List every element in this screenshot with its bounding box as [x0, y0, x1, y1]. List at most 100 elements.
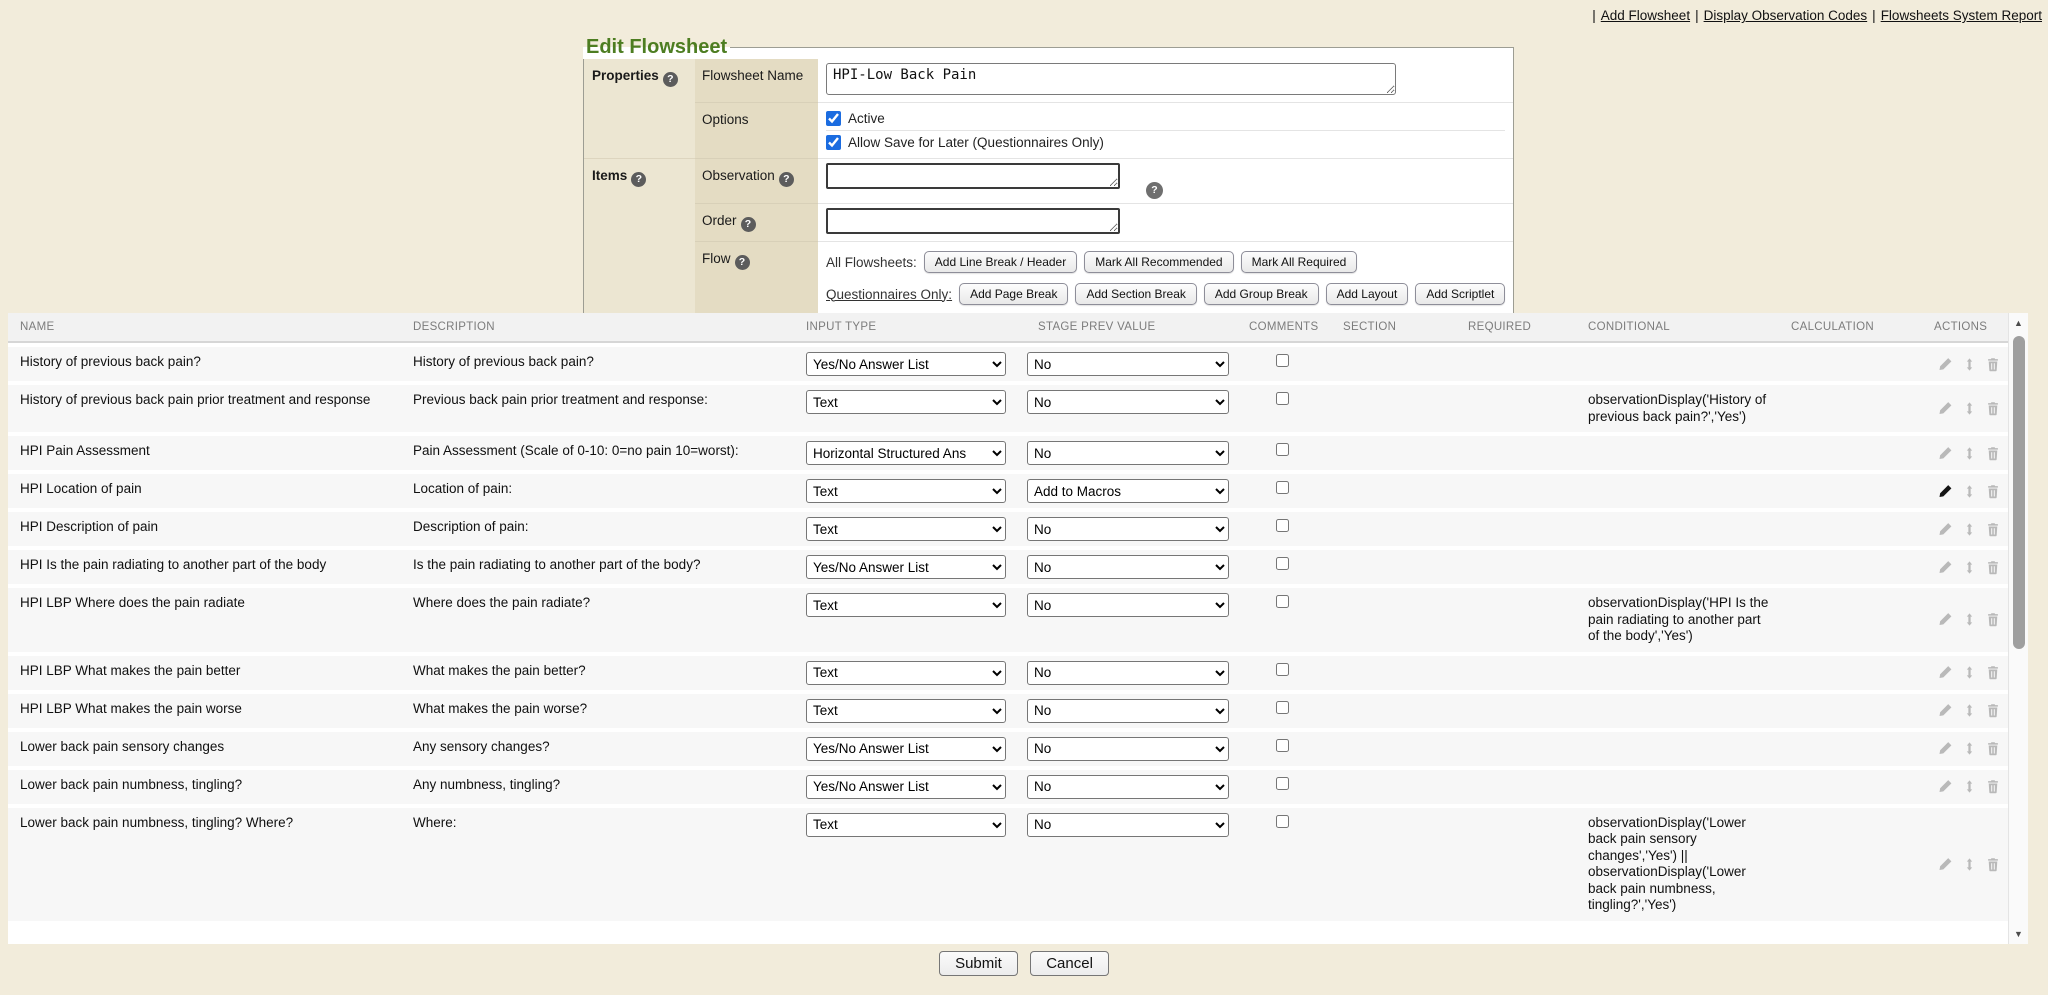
stage-prev-value-select[interactable]: No	[1027, 813, 1229, 837]
stage-prev-value-select[interactable]: No	[1027, 699, 1229, 723]
input-type-select[interactable]: Yes/No Answer List	[806, 775, 1006, 799]
flow-button-mark-all-recommended[interactable]: Mark All Recommended	[1084, 251, 1233, 273]
move-icon[interactable]	[1963, 446, 1976, 461]
stage-prev-value-select[interactable]: No	[1027, 661, 1229, 685]
input-type-select[interactable]: Horizontal Structured Ans	[806, 441, 1006, 465]
stage-prev-value-select[interactable]: No	[1027, 390, 1229, 414]
comments-checkbox[interactable]	[1276, 739, 1289, 752]
input-type-select[interactable]: Yes/No Answer List	[806, 737, 1006, 761]
move-icon[interactable]	[1963, 484, 1976, 499]
edit-icon[interactable]	[1938, 665, 1953, 680]
scrollbar-down-button[interactable]: ▼	[2009, 924, 2028, 944]
input-type-select[interactable]: Text	[806, 813, 1006, 837]
flow-button-add-layout[interactable]: Add Layout	[1326, 283, 1409, 305]
flow-help-icon[interactable]: ?	[735, 255, 750, 270]
move-icon[interactable]	[1963, 703, 1976, 718]
scrollbar-thumb[interactable]	[2013, 336, 2025, 649]
top-link-display-observation-codes[interactable]: Display Observation Codes	[1704, 8, 1868, 23]
flow-button-add-line-break-header[interactable]: Add Line Break / Header	[924, 251, 1077, 273]
stage-prev-value-select[interactable]: No	[1027, 593, 1229, 617]
flow-button-add-group-break[interactable]: Add Group Break	[1204, 283, 1319, 305]
comments-checkbox[interactable]	[1276, 595, 1289, 608]
move-icon[interactable]	[1963, 401, 1976, 416]
comments-checkbox[interactable]	[1276, 354, 1289, 367]
input-type-select[interactable]: Text	[806, 479, 1006, 503]
stage-prev-value-select[interactable]: Add to Macros	[1027, 479, 1229, 503]
stage-prev-value-select[interactable]: No	[1027, 555, 1229, 579]
observation-lookup-help-icon[interactable]: ?	[1146, 182, 1163, 199]
move-icon[interactable]	[1963, 779, 1976, 794]
comments-checkbox[interactable]	[1276, 519, 1289, 532]
items-help-icon[interactable]: ?	[631, 172, 646, 187]
delete-icon[interactable]	[1986, 665, 2000, 680]
top-link-add-flowsheet[interactable]: Add Flowsheet	[1601, 8, 1690, 23]
observation-input[interactable]	[826, 163, 1120, 189]
delete-icon[interactable]	[1986, 857, 2000, 872]
comments-checkbox[interactable]	[1276, 663, 1289, 676]
flow-button-add-page-break[interactable]: Add Page Break	[959, 283, 1068, 305]
order-help-icon[interactable]: ?	[741, 217, 756, 232]
flow-button-add-section-break[interactable]: Add Section Break	[1075, 283, 1196, 305]
move-icon[interactable]	[1963, 560, 1976, 575]
comments-checkbox[interactable]	[1276, 557, 1289, 570]
active-checkbox[interactable]	[826, 111, 841, 126]
stage-prev-value-select[interactable]: No	[1027, 517, 1229, 541]
top-link-flowsheets-system-report[interactable]: Flowsheets System Report	[1881, 8, 2042, 23]
submit-button[interactable]: Submit	[939, 951, 1018, 976]
move-icon[interactable]	[1963, 612, 1976, 627]
input-type-select[interactable]: Yes/No Answer List	[806, 352, 1006, 376]
flow-button-add-scriptlet[interactable]: Add Scriptlet	[1415, 283, 1505, 305]
move-icon[interactable]	[1963, 522, 1976, 537]
row-conditional	[1576, 694, 1779, 728]
edit-icon[interactable]	[1938, 612, 1953, 627]
edit-icon[interactable]	[1938, 779, 1953, 794]
scrollbar-up-button[interactable]: ▲	[2009, 313, 2028, 333]
save-later-checkbox[interactable]	[826, 135, 841, 150]
move-icon[interactable]	[1963, 857, 1976, 872]
comments-checkbox[interactable]	[1276, 481, 1289, 494]
input-type-select[interactable]: Text	[806, 593, 1006, 617]
edit-icon[interactable]	[1938, 560, 1953, 575]
edit-icon[interactable]	[1938, 741, 1953, 756]
edit-icon[interactable]	[1938, 703, 1953, 718]
delete-icon[interactable]	[1986, 401, 2000, 416]
order-input[interactable]	[826, 208, 1120, 234]
edit-icon[interactable]	[1938, 357, 1953, 372]
edit-icon[interactable]	[1938, 484, 1953, 499]
comments-checkbox[interactable]	[1276, 701, 1289, 714]
edit-icon[interactable]	[1938, 857, 1953, 872]
delete-icon[interactable]	[1986, 741, 2000, 756]
edit-icon[interactable]	[1938, 522, 1953, 537]
observation-help-icon[interactable]: ?	[779, 172, 794, 187]
input-type-select[interactable]: Text	[806, 390, 1006, 414]
properties-help-icon[interactable]: ?	[663, 72, 678, 87]
stage-prev-value-select[interactable]: No	[1027, 737, 1229, 761]
input-type-select[interactable]: Text	[806, 661, 1006, 685]
comments-checkbox[interactable]	[1276, 443, 1289, 456]
edit-icon[interactable]	[1938, 401, 1953, 416]
delete-icon[interactable]	[1986, 560, 2000, 575]
move-icon[interactable]	[1963, 741, 1976, 756]
input-type-select[interactable]: Yes/No Answer List	[806, 555, 1006, 579]
flow-button-mark-all-required[interactable]: Mark All Required	[1241, 251, 1358, 273]
delete-icon[interactable]	[1986, 357, 2000, 372]
delete-icon[interactable]	[1986, 612, 2000, 627]
move-icon[interactable]	[1963, 665, 1976, 680]
stage-prev-value-select[interactable]: No	[1027, 775, 1229, 799]
input-type-select[interactable]: Text	[806, 699, 1006, 723]
comments-checkbox[interactable]	[1276, 777, 1289, 790]
delete-icon[interactable]	[1986, 522, 2000, 537]
delete-icon[interactable]	[1986, 484, 2000, 499]
flowsheet-name-input[interactable]	[826, 63, 1396, 95]
comments-checkbox[interactable]	[1276, 815, 1289, 828]
delete-icon[interactable]	[1986, 779, 2000, 794]
cancel-button[interactable]: Cancel	[1030, 951, 1109, 976]
delete-icon[interactable]	[1986, 703, 2000, 718]
input-type-select[interactable]: Text	[806, 517, 1006, 541]
edit-icon[interactable]	[1938, 446, 1953, 461]
stage-prev-value-select[interactable]: No	[1027, 352, 1229, 376]
delete-icon[interactable]	[1986, 446, 2000, 461]
comments-checkbox[interactable]	[1276, 392, 1289, 405]
move-icon[interactable]	[1963, 357, 1976, 372]
stage-prev-value-select[interactable]: No	[1027, 441, 1229, 465]
